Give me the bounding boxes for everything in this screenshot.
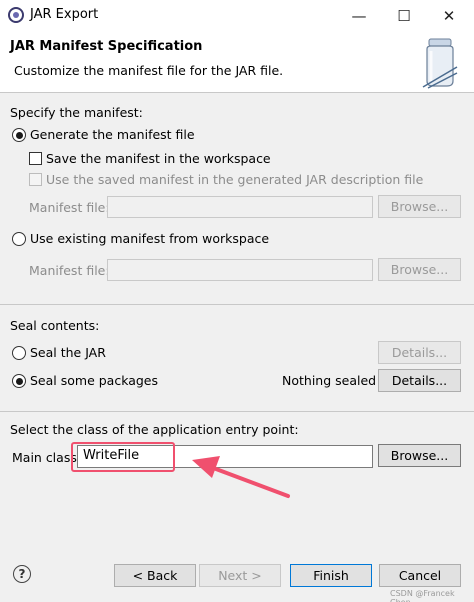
manifest-heading: Specify the manifest: xyxy=(10,105,143,120)
existing-manifest-browse-button[interactable]: Browse... xyxy=(378,258,461,281)
save-manifest-checkbox[interactable] xyxy=(29,152,42,165)
save-manifest-label: Save the manifest in the workspace xyxy=(46,151,271,166)
jar-icon xyxy=(422,38,458,89)
cancel-button[interactable]: Cancel xyxy=(379,564,461,587)
watermark: CSDN @Francek Chen xyxy=(390,589,455,602)
help-icon[interactable]: ? xyxy=(13,565,31,583)
seal-jar-details-button[interactable]: Details... xyxy=(378,341,461,364)
title-bar: JAR Export — ☐ ✕ xyxy=(0,0,474,31)
generate-manifest-label: Generate the manifest file xyxy=(30,127,195,142)
page-description: Customize the manifest file for the JAR … xyxy=(14,63,284,78)
main-class-browse-button[interactable]: Browse... xyxy=(378,444,461,467)
page-title: JAR Manifest Specification xyxy=(10,39,203,54)
maximize-button[interactable]: ☐ xyxy=(381,0,427,31)
entry-point-heading: Select the class of the application entr… xyxy=(10,422,299,437)
wizard-banner: JAR Manifest Specification Customize the… xyxy=(0,31,474,93)
use-saved-manifest-label: Use the saved manifest in the generated … xyxy=(46,172,424,187)
next-button[interactable]: Next > xyxy=(199,564,281,587)
seal-status: Nothing sealed xyxy=(282,373,377,388)
annotation-arrow-icon xyxy=(192,456,290,498)
manifest-file-input[interactable] xyxy=(107,196,373,218)
seal-packages-label: Seal some packages xyxy=(30,373,159,388)
generate-manifest-radio[interactable] xyxy=(12,128,26,142)
use-existing-manifest-radio[interactable] xyxy=(12,232,26,246)
seal-packages-radio[interactable] xyxy=(12,374,26,388)
existing-manifest-file-input[interactable] xyxy=(107,259,373,281)
manifest-browse-button[interactable]: Browse... xyxy=(378,195,461,218)
seal-heading: Seal contents: xyxy=(10,318,100,333)
minimize-button[interactable]: — xyxy=(336,0,382,31)
use-existing-manifest-label: Use existing manifest from workspace xyxy=(30,231,270,246)
finish-button[interactable]: Finish xyxy=(290,564,372,587)
manifest-file-label: Manifest file: xyxy=(29,200,110,215)
close-button[interactable]: ✕ xyxy=(426,0,472,31)
section-divider xyxy=(0,411,474,412)
seal-jar-radio[interactable] xyxy=(12,346,26,360)
annotation-highlight-box xyxy=(71,442,175,472)
section-divider xyxy=(0,304,474,305)
eclipse-icon xyxy=(8,7,24,23)
window-title: JAR Export xyxy=(30,7,99,22)
seal-jar-label: Seal the JAR xyxy=(30,345,106,360)
existing-manifest-file-label: Manifest file: xyxy=(29,263,110,278)
back-button[interactable]: < Back xyxy=(114,564,196,587)
use-saved-manifest-checkbox[interactable] xyxy=(29,173,42,186)
seal-packages-details-button[interactable]: Details... xyxy=(378,369,461,392)
